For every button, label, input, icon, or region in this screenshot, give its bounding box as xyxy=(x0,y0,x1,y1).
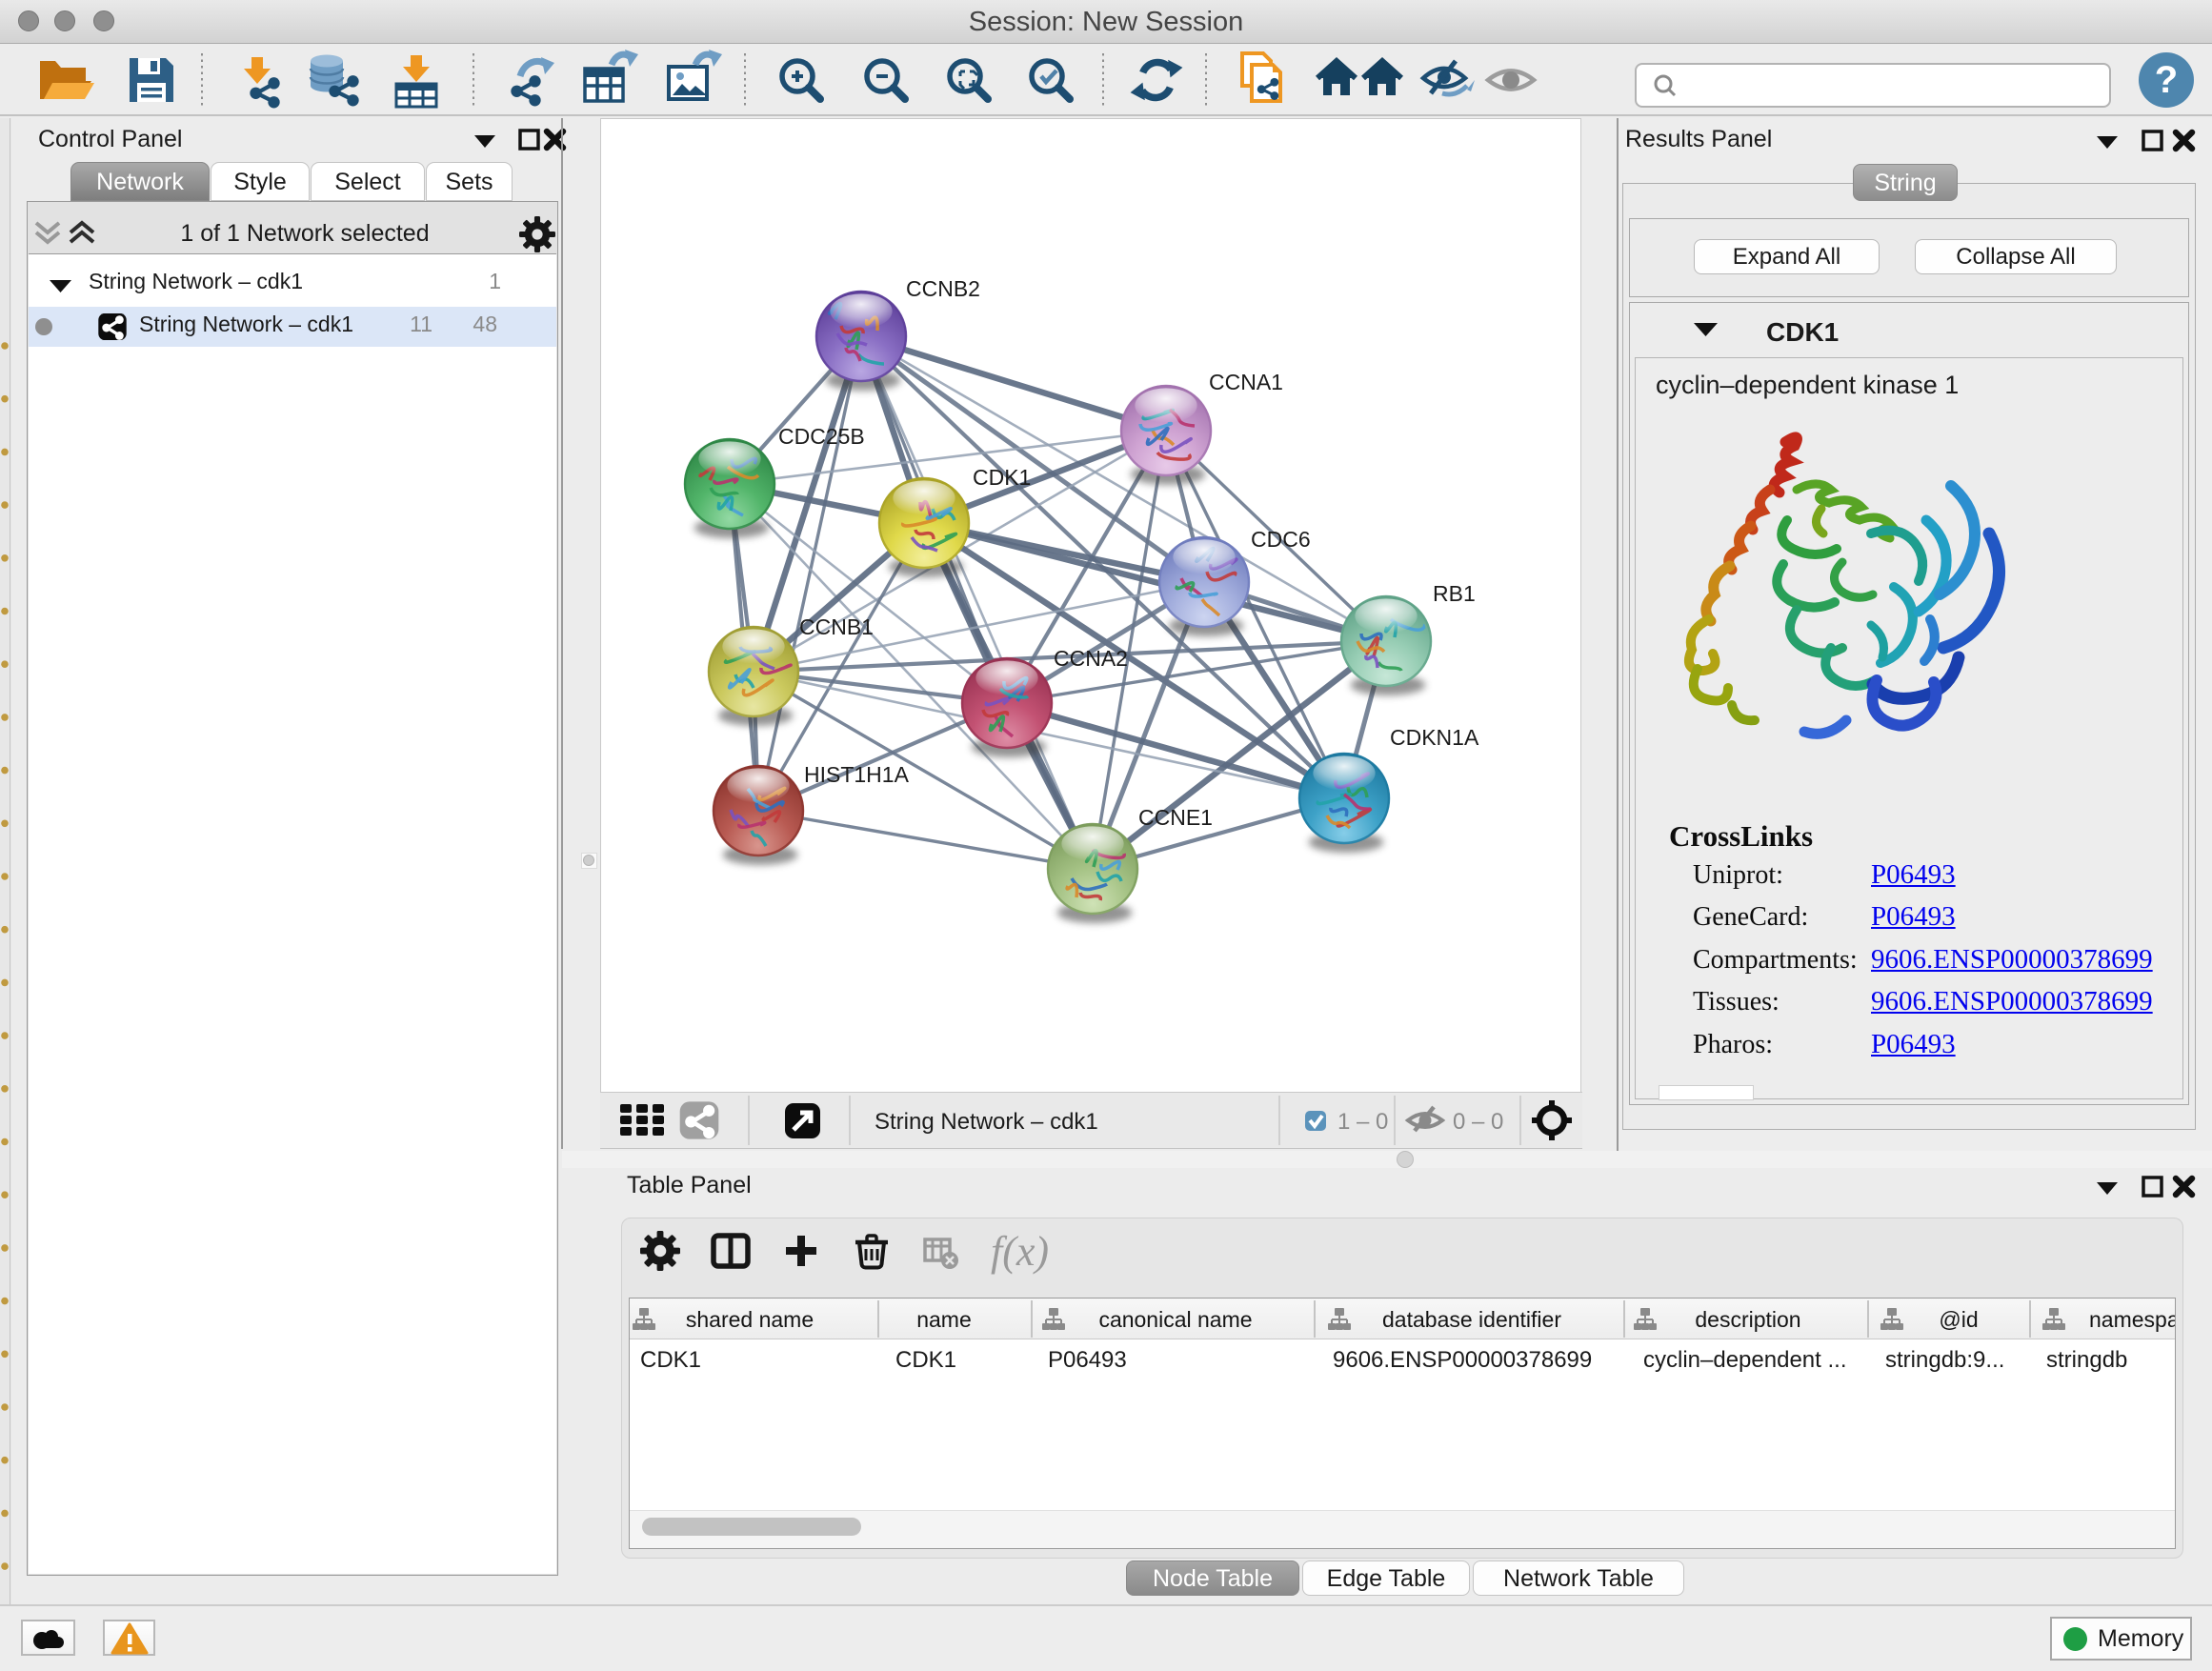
svg-text:canonical name: canonical name xyxy=(1098,1307,1252,1332)
svg-text:1 – 0: 1 – 0 xyxy=(1337,1109,1388,1135)
svg-text:CDC6: CDC6 xyxy=(1251,527,1311,552)
svg-text:namespace: namespace xyxy=(2089,1307,2175,1332)
svg-text:CCNE1: CCNE1 xyxy=(1138,805,1213,830)
svg-text:description: description xyxy=(1695,1307,1800,1332)
svg-text:f(x): f(x) xyxy=(991,1228,1049,1275)
svg-text:RB1: RB1 xyxy=(1433,581,1476,606)
svg-text:CDKN1A: CDKN1A xyxy=(1390,725,1479,750)
svg-text:shared name: shared name xyxy=(686,1307,814,1332)
svg-text:CDC25B: CDC25B xyxy=(778,424,865,449)
svg-text:CCNA1: CCNA1 xyxy=(1209,370,1283,394)
svg-text:String Network – cdk1: String Network – cdk1 xyxy=(875,1109,1098,1135)
svg-text:CCNB2: CCNB2 xyxy=(906,276,980,301)
svg-text:database identifier: database identifier xyxy=(1382,1307,1561,1332)
svg-text:HIST1H1A: HIST1H1A xyxy=(804,762,910,787)
svg-text:0 – 0: 0 – 0 xyxy=(1453,1109,1503,1135)
svg-text:CCNA2: CCNA2 xyxy=(1054,646,1128,671)
svg-text:name: name xyxy=(916,1307,972,1332)
svg-text:CDK1: CDK1 xyxy=(973,465,1031,490)
svg-text:@id: @id xyxy=(1939,1307,1978,1332)
svg-text:CCNB1: CCNB1 xyxy=(799,614,874,639)
svg-text:?: ? xyxy=(2155,59,2178,101)
